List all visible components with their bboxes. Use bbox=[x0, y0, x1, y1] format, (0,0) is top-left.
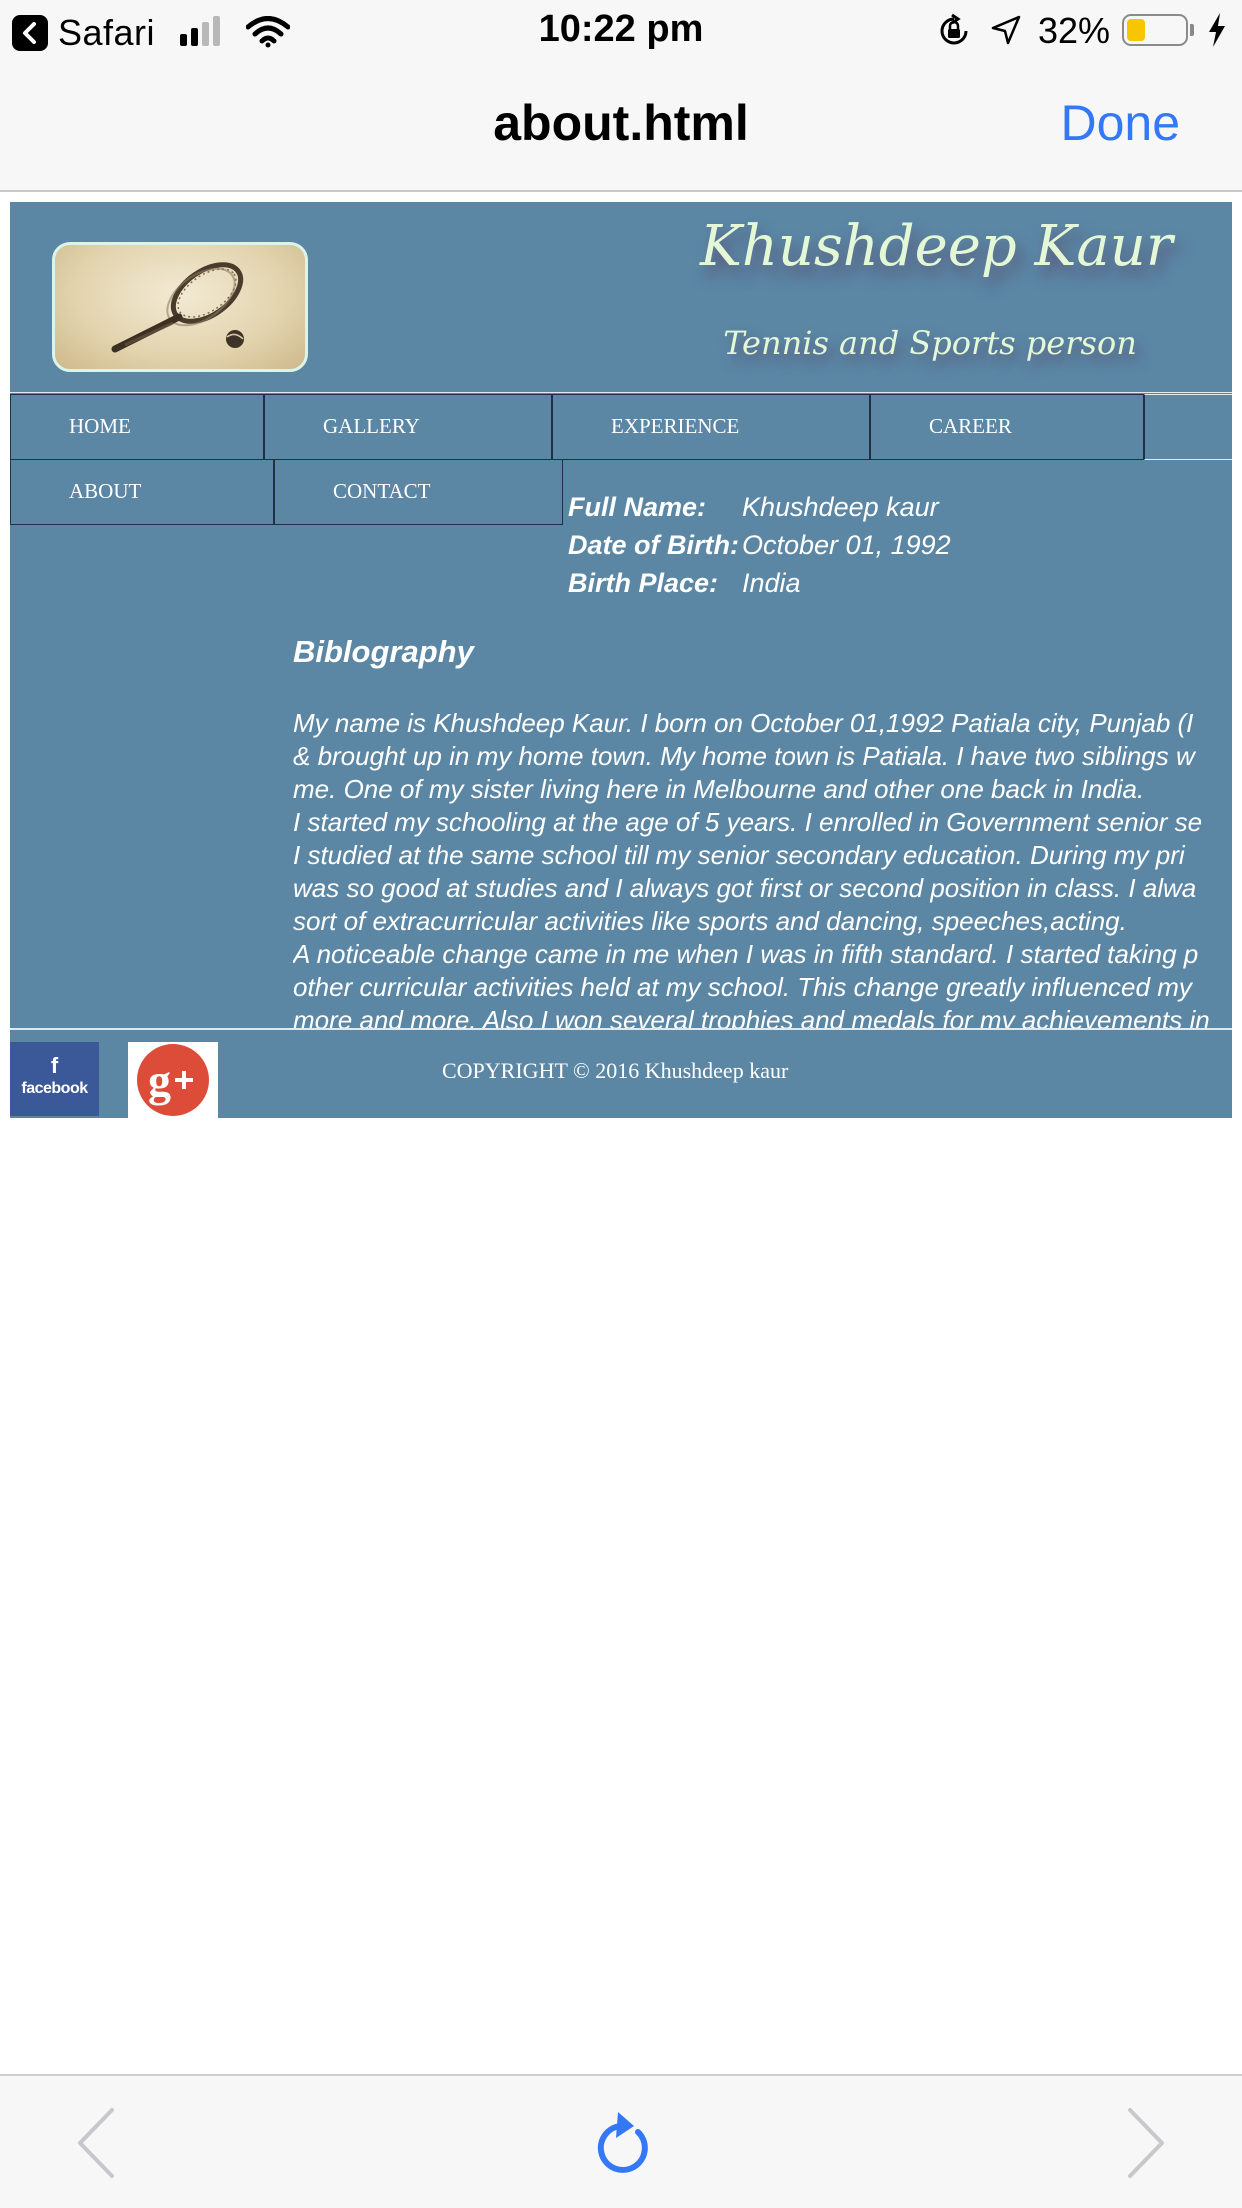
bio-line: sort of extracurricular activities like … bbox=[293, 906, 1127, 936]
site-footer: f facebook g COPYRIGHT © 2016 Khushdeep … bbox=[10, 1028, 1232, 1118]
site-title: Khushdeep Kaur bbox=[700, 214, 1173, 279]
menu-career[interactable]: CAREER bbox=[870, 394, 1144, 460]
bio-line: I started my schooling at the age of 5 y… bbox=[293, 807, 1203, 837]
bio-line: I studied at the same school till my sen… bbox=[293, 840, 1185, 870]
page-title: about.html bbox=[493, 95, 749, 151]
battery-percentage: 32% bbox=[1038, 10, 1111, 51]
svg-text:g: g bbox=[148, 1055, 171, 1106]
bio-line: me. One of my sister living here in Melb… bbox=[293, 774, 1145, 804]
birth-place-label: Birth Place: bbox=[568, 568, 719, 598]
personal-info: Full Name: Khushdeep kaur Date of Birth: O… bbox=[568, 492, 951, 606]
chevron-left-icon[interactable] bbox=[74, 2106, 118, 2185]
reload-icon[interactable] bbox=[590, 2106, 652, 2183]
info-row-full-name: Full Name: Khushdeep kaur bbox=[568, 492, 951, 530]
bio-line: & brought up in my home town. My home to… bbox=[293, 741, 1195, 771]
bio-line: A noticeable change came in me when I wa… bbox=[293, 939, 1199, 969]
location-arrow-icon bbox=[990, 14, 1022, 51]
birth-place-value: India bbox=[742, 568, 801, 598]
menu-empty-cell bbox=[1144, 394, 1232, 460]
menu-home[interactable]: HOME bbox=[10, 394, 264, 460]
bio-line: other curricular activities held at my s… bbox=[293, 972, 1192, 1002]
bottom-toolbar bbox=[0, 2074, 1242, 2208]
menu-experience[interactable]: EXPERIENCE bbox=[552, 394, 870, 460]
chevron-right-icon[interactable] bbox=[1124, 2106, 1168, 2185]
menu-gallery[interactable]: GALLERY bbox=[264, 394, 552, 460]
battery-icon bbox=[1122, 14, 1188, 46]
full-name-label: Full Name: bbox=[568, 492, 707, 522]
battery-level-fill bbox=[1127, 19, 1145, 41]
dob-value: October 01, 1992 bbox=[742, 530, 951, 560]
info-row-birth-place: Birth Place: India bbox=[568, 568, 951, 606]
google-plus-button[interactable]: g bbox=[128, 1042, 218, 1118]
tennis-racket-logo[interactable] bbox=[52, 242, 308, 372]
facebook-label: facebook bbox=[21, 1080, 88, 1097]
rotation-lock-icon bbox=[936, 13, 972, 54]
bio-heading: Biblography bbox=[293, 634, 474, 669]
bio-line: was so good at studies and I always got … bbox=[293, 873, 1197, 903]
status-bar: Safari 10:22 pm 32% bbox=[0, 0, 1242, 62]
done-button[interactable]: Done bbox=[1060, 94, 1180, 152]
copyright-text: COPYRIGHT © 2016 Khushdeep kaur bbox=[442, 1058, 789, 1083]
charging-bolt-icon bbox=[1206, 12, 1228, 53]
bio-line: more and more. Also I won several trophi… bbox=[293, 1005, 1210, 1030]
full-name-value: Khushdeep kaur bbox=[742, 492, 939, 522]
menu-about[interactable]: ABOUT bbox=[10, 459, 274, 525]
facebook-button[interactable]: f facebook bbox=[10, 1042, 99, 1116]
info-row-dob: Date of Birth: October 01, 1992 bbox=[568, 530, 951, 568]
facebook-icon: f bbox=[50, 1053, 59, 1078]
navigation-bar: about.html Done bbox=[0, 62, 1242, 192]
web-page: Khushdeep Kaur Tennis and Sports person … bbox=[10, 202, 1232, 1118]
bio-line: My name is Khushdeep Kaur. I born on Oct… bbox=[293, 708, 1194, 738]
site-header: Khushdeep Kaur Tennis and Sports person bbox=[10, 202, 1232, 393]
dob-label: Date of Birth: bbox=[568, 530, 739, 560]
bio-text: My name is Khushdeep Kaur. I born on Oct… bbox=[293, 707, 1232, 1030]
site-subtitle: Tennis and Sports person bbox=[723, 324, 1137, 362]
battery-cap bbox=[1190, 24, 1194, 36]
menu-contact[interactable]: CONTACT bbox=[274, 459, 563, 525]
google-plus-icon: g bbox=[137, 1044, 209, 1116]
